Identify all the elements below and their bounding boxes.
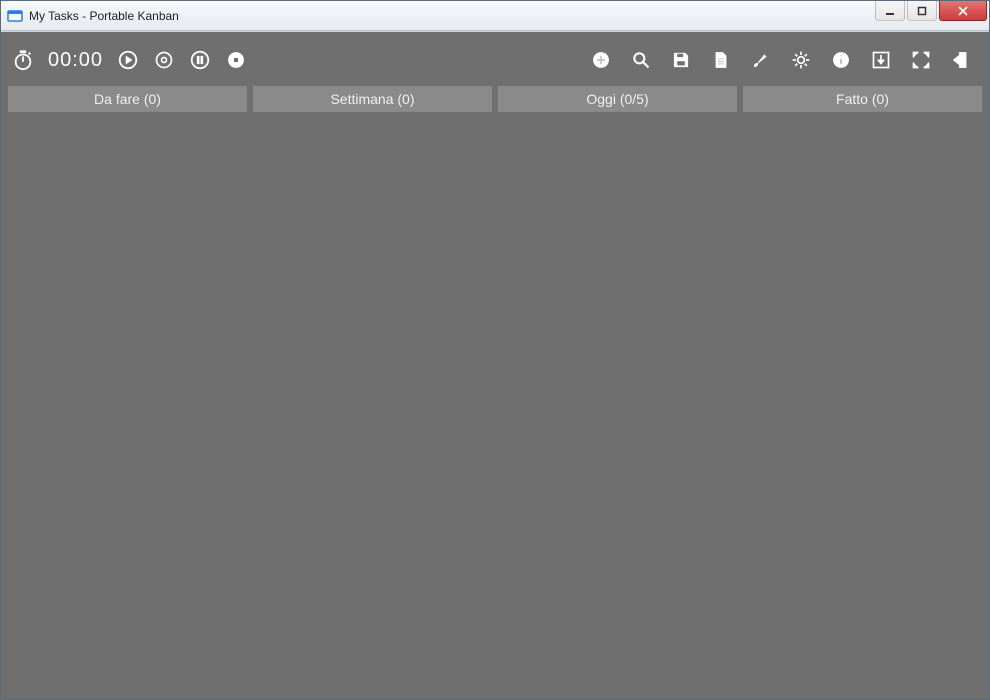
info-icon[interactable] bbox=[830, 49, 852, 71]
close-button[interactable] bbox=[939, 1, 987, 21]
search-icon[interactable] bbox=[630, 49, 652, 71]
fullscreen-icon[interactable] bbox=[910, 49, 932, 71]
stopwatch-icon[interactable] bbox=[12, 49, 34, 71]
client-area: 00:00 bbox=[1, 31, 989, 699]
maximize-button[interactable] bbox=[907, 1, 937, 21]
column-header-week[interactable]: Settimana (0) bbox=[253, 86, 492, 112]
minimize-button[interactable] bbox=[875, 1, 905, 21]
kanban-columns: Da fare (0) Settimana (0) Oggi (0/5) Fat… bbox=[8, 86, 982, 112]
titlebar: My Tasks - Portable Kanban bbox=[1, 1, 989, 31]
exit-icon[interactable] bbox=[950, 49, 972, 71]
column-header-todo[interactable]: Da fare (0) bbox=[8, 86, 247, 112]
import-icon[interactable] bbox=[870, 49, 892, 71]
app-icon bbox=[7, 8, 23, 24]
brush-icon[interactable] bbox=[750, 49, 772, 71]
document-icon[interactable] bbox=[710, 49, 732, 71]
app-window: My Tasks - Portable Kanban bbox=[0, 0, 990, 700]
pause-icon[interactable] bbox=[189, 49, 211, 71]
add-icon[interactable] bbox=[590, 49, 612, 71]
restart-icon[interactable] bbox=[153, 49, 175, 71]
toolbar: 00:00 bbox=[8, 38, 982, 82]
column-header-done[interactable]: Fatto (0) bbox=[743, 86, 982, 112]
window-controls bbox=[873, 1, 987, 30]
column-header-today[interactable]: Oggi (0/5) bbox=[498, 86, 737, 112]
stop-icon[interactable] bbox=[225, 49, 247, 71]
window-title: My Tasks - Portable Kanban bbox=[29, 9, 179, 23]
play-icon[interactable] bbox=[117, 49, 139, 71]
save-icon[interactable] bbox=[670, 49, 692, 71]
timer-display: 00:00 bbox=[48, 49, 103, 72]
gear-icon[interactable] bbox=[790, 49, 812, 71]
